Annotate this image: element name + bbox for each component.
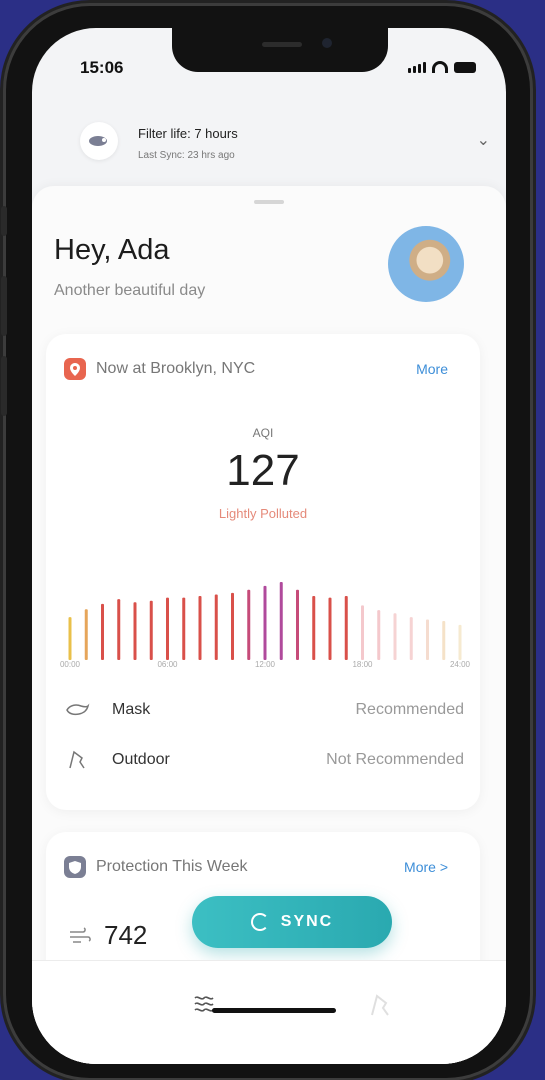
phone-frame: 15:06 Filter life: 7 hours Last Sync: 23… [1,6,530,1078]
outdoor-label: Outdoor [112,751,170,768]
aqi-bar [426,619,429,660]
speaker [262,42,302,47]
aqi-bar [296,589,299,660]
outdoor-row: Outdoor Not Recommended [64,746,464,776]
status-icons [408,61,476,73]
aqi-bar [84,609,88,660]
outdoor-value: Not Recommended [326,751,464,768]
filter-life-text: Filter life: 7 hours [138,126,238,141]
time-tick-label: 24:00 [449,660,471,669]
mask-icon [66,703,90,716]
home-indicator[interactable] [212,1008,336,1013]
greeting-title: Hey, Ada [54,234,170,266]
last-sync-text: Last Sync: 23 hrs ago [138,150,235,161]
air-quality-card: Now at Brooklyn, NYC More AQI 127 Lightl… [46,334,480,810]
aqi-bar [328,597,332,660]
aqi-bar [101,603,104,660]
protection-more-link[interactable]: More > [404,859,448,875]
aqi-value: 127 [226,446,300,495]
aqi-bar [312,596,316,660]
aqi-bar [361,605,364,660]
shield-icon [64,856,86,878]
location-pin-icon [64,358,86,380]
aqi-bar [247,589,251,660]
volume-down-button [1,356,7,416]
hourly-aqi-chart [68,582,462,660]
aqi-bar [442,621,446,660]
mask-row: Mask Recommended [64,696,464,726]
aqi-bar [458,624,462,660]
battery-icon [454,62,476,73]
time-tick-label: 12:00 [254,660,276,669]
aqi-bar [198,596,202,660]
mask-label: Mask [112,701,151,718]
time-axis: 00:00 06:00 12:00 18:00 24:00 [46,660,480,674]
time-tick-label: 18:00 [352,660,373,669]
aqi-bar [231,592,234,660]
notch [172,28,388,72]
outdoor-tab-icon[interactable] [366,991,394,1019]
aqi-bar [214,594,218,660]
aqi-bar [182,597,186,660]
aqi-bar [409,617,413,660]
aqi-bar [133,602,137,660]
mask-value: Recommended [355,701,465,718]
filter-status-bar[interactable]: Filter life: 7 hours Last Sync: 23 hrs a… [76,114,496,174]
wind-icon [70,926,91,943]
time-tick-label: 00:00 [59,660,81,669]
aqi-bar [393,613,397,660]
sync-button[interactable]: SYNC [192,896,392,948]
sheet-grab-handle[interactable] [254,200,284,204]
card-header: Now at Brooklyn, NYC [64,358,255,380]
time-tick-label: 06:00 [157,660,178,669]
more-link[interactable]: More [416,361,448,377]
avatar[interactable] [388,226,464,302]
aqi-bar [117,599,121,660]
aqi-bar [344,596,348,660]
aqi-bar [377,610,381,660]
protection-header: Protection This Week [64,856,247,878]
aqi-status: Lightly Polluted [218,506,308,521]
greeting-subtitle: Another beautiful day [54,282,206,299]
volume-up-button [1,276,7,336]
outdoor-icon [69,750,85,769]
status-time: 15:06 [80,58,124,77]
location-label: Now at Brooklyn, NYC [96,360,256,377]
aqi-bar [68,617,72,660]
purifier-icon [80,122,118,160]
aqi-bar [149,600,153,660]
signal-icon [408,62,426,73]
aqi-bar [263,585,267,660]
mute-switch [1,206,7,236]
aqi-bar [166,597,169,660]
protection-count-value: 742 [104,920,148,950]
protection-title: Protection This Week [96,858,248,875]
chevron-down-icon[interactable]: ⌄ [477,130,490,150]
protection-count: 742 [68,920,147,951]
aqi-label: AQI [252,426,274,440]
front-camera [322,38,332,48]
wifi-icon [432,61,448,73]
sync-label: SYNC [280,913,334,930]
aqi-bar [279,582,283,660]
phone-screen: 15:06 Filter life: 7 hours Last Sync: 23… [32,28,506,1064]
sync-icon [250,913,269,931]
